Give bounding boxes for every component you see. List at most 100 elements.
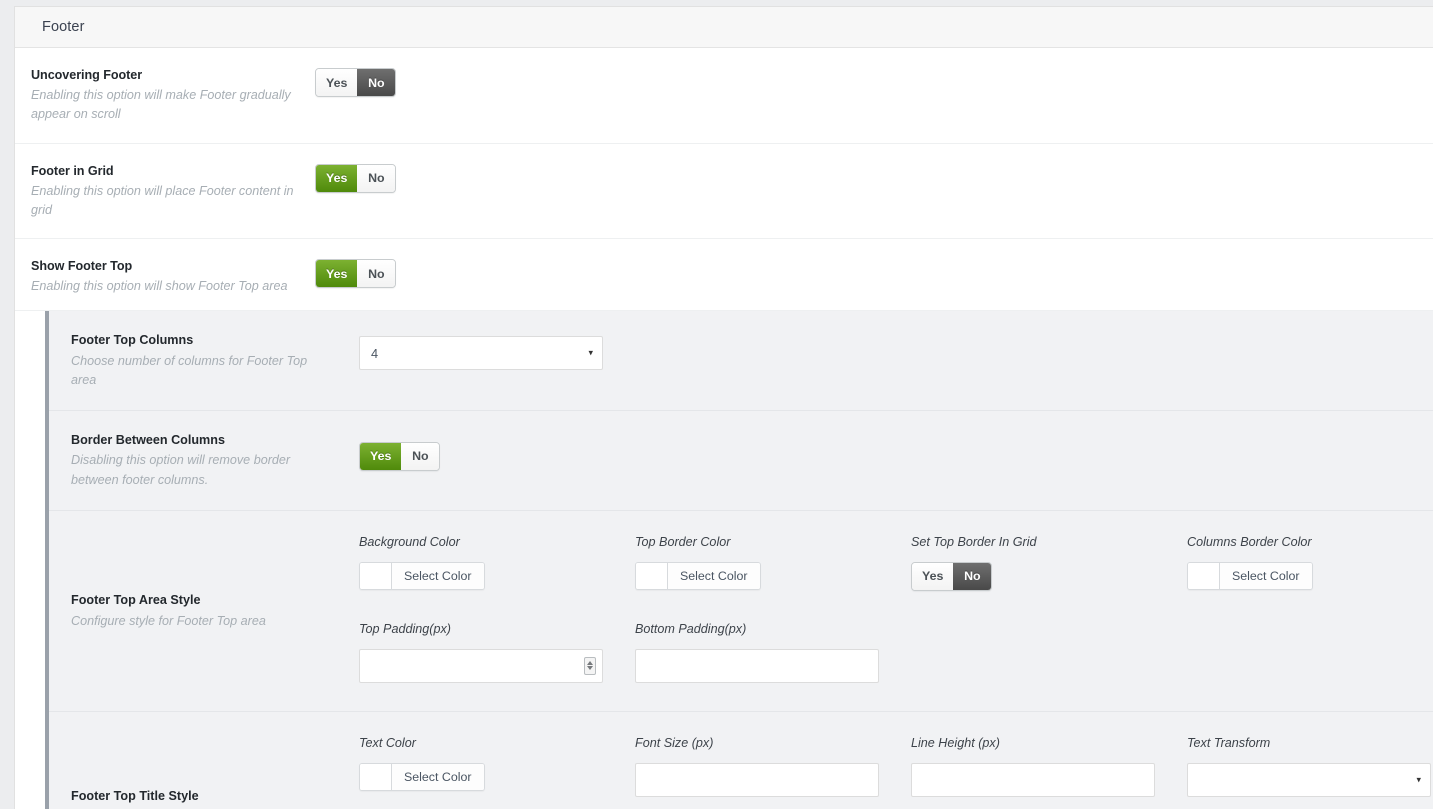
option-description: Enabling this option will make Footer gr… bbox=[31, 88, 291, 122]
toggle-yes-option[interactable]: Yes bbox=[316, 260, 358, 288]
color-swatch[interactable] bbox=[360, 763, 392, 790]
sub-option-description: Configure style for Footer Top area bbox=[71, 613, 266, 628]
sub-label-col: Footer Top Area Style Configure style fo… bbox=[49, 511, 359, 711]
sub-option-label: Border Between Columns bbox=[71, 433, 225, 448]
select-color-button[interactable]: Select Color bbox=[392, 562, 484, 589]
color-picker-background-color[interactable]: Select Color bbox=[359, 561, 485, 590]
field-label: Top Padding(px) bbox=[359, 621, 451, 636]
option-label-col: Uncovering Footer Enabling this option w… bbox=[15, 66, 315, 125]
color-picker-columns-border-color[interactable]: Select Color bbox=[1187, 561, 1313, 590]
select-footer-top-columns[interactable]: 4 ▾ bbox=[359, 336, 603, 371]
option-control-col: Yes No bbox=[315, 66, 397, 97]
toggle-no-option[interactable]: No bbox=[357, 69, 396, 96]
fields-grid: Background Color Select Color Top Border… bbox=[359, 535, 1433, 693]
sub-label-col: Border Between Columns Disabling this op… bbox=[49, 411, 359, 510]
field-font-size: Font Size (px) bbox=[635, 736, 911, 807]
sub-fields-col: Yes No bbox=[359, 411, 1433, 510]
chevron-down-icon: ▾ bbox=[1416, 774, 1421, 785]
option-description: Enabling this option will place Footer c… bbox=[31, 183, 294, 217]
sub-row-footer-top-area-style: Footer Top Area Style Configure style fo… bbox=[49, 511, 1433, 712]
option-row-uncovering-footer: Uncovering Footer Enabling this option w… bbox=[15, 48, 1433, 144]
field-label: Text Color bbox=[359, 735, 416, 750]
input-bottom-padding[interactable] bbox=[635, 648, 879, 683]
sub-fields-col: 4 ▾ bbox=[359, 311, 1433, 410]
sub-fields-col: Text Color Select Color Font Size (px) L… bbox=[359, 712, 1433, 809]
field-text-color: Text Color Select Color bbox=[359, 736, 635, 807]
sub-option-label: Footer Top Area Style bbox=[71, 593, 201, 608]
spinner-down-arrow[interactable] bbox=[587, 666, 593, 671]
select-text-transform[interactable]: ▾ bbox=[1187, 762, 1431, 797]
option-label: Show Footer Top bbox=[31, 259, 133, 274]
color-swatch[interactable] bbox=[636, 562, 668, 589]
sub-row-footer-top-title-style: Footer Top Title Style Configure style f… bbox=[49, 712, 1433, 809]
field-set-top-border-in-grid: Set Top Border In Grid Yes No bbox=[911, 535, 1187, 604]
option-description: Enabling this option will show Footer To… bbox=[31, 279, 288, 294]
toggle-no-option[interactable]: No bbox=[357, 260, 396, 288]
toggle-uncovering-footer[interactable]: Yes No bbox=[315, 68, 397, 97]
toggle-footer-in-grid[interactable]: Yes No bbox=[315, 163, 397, 193]
toggle-yes-option[interactable]: Yes bbox=[912, 562, 954, 590]
spinner-up-arrow[interactable] bbox=[587, 661, 593, 666]
option-label: Footer in Grid bbox=[31, 163, 114, 178]
field-top-padding: Top Padding(px) bbox=[359, 604, 635, 693]
select-value: 4 bbox=[371, 345, 379, 361]
option-row-show-footer-top: Show Footer Top Enabling this option wil… bbox=[15, 239, 1433, 312]
chevron-down-icon: ▾ bbox=[588, 347, 593, 358]
panel-header: Footer bbox=[15, 7, 1433, 48]
sub-option-description: Choose number of columns for Footer Top … bbox=[71, 353, 308, 387]
footer-top-subsection: Footer Top Columns Choose number of colu… bbox=[45, 311, 1433, 809]
option-label-col: Footer in Grid Enabling this option will… bbox=[15, 162, 315, 221]
toggle-border-between-columns[interactable]: Yes No bbox=[359, 441, 441, 471]
field-label: Bottom Padding(px) bbox=[635, 621, 747, 636]
select-color-button[interactable]: Select Color bbox=[392, 763, 484, 790]
option-control-col: Yes No bbox=[315, 257, 397, 289]
field-text-transform: Text Transform ▾ bbox=[1187, 736, 1433, 807]
input-line-height[interactable] bbox=[911, 762, 1155, 797]
color-swatch[interactable] bbox=[1188, 562, 1220, 589]
number-spinner-icon[interactable] bbox=[584, 656, 596, 675]
color-swatch[interactable] bbox=[360, 562, 392, 589]
toggle-yes-option[interactable]: Yes bbox=[316, 69, 358, 96]
input-top-padding[interactable] bbox=[359, 648, 603, 683]
field-spacer-2 bbox=[1187, 604, 1433, 693]
field-label: Line Height (px) bbox=[911, 735, 1000, 750]
option-control-col: Yes No bbox=[315, 162, 397, 193]
sub-option-label: Footer Top Title Style bbox=[71, 789, 199, 804]
option-label: Uncovering Footer bbox=[31, 68, 143, 82]
field-background-color: Background Color Select Color bbox=[359, 535, 635, 604]
toggle-no-option[interactable]: No bbox=[401, 442, 440, 470]
sub-label-col: Footer Top Title Style Configure style f… bbox=[49, 712, 359, 809]
field-label: Top Border Color bbox=[635, 534, 731, 549]
field-spacer-1 bbox=[911, 604, 1187, 693]
field-label: Background Color bbox=[359, 534, 460, 549]
field-bottom-padding: Bottom Padding(px) bbox=[635, 604, 911, 693]
toggle-yes-option[interactable]: Yes bbox=[360, 442, 402, 470]
sub-option-label: Footer Top Columns bbox=[71, 333, 194, 348]
field-label: Set Top Border In Grid bbox=[911, 534, 1037, 549]
field-top-border-color: Top Border Color Select Color bbox=[635, 535, 911, 604]
select-color-button[interactable]: Select Color bbox=[1220, 562, 1312, 589]
option-row-footer-in-grid: Footer in Grid Enabling this option will… bbox=[15, 143, 1433, 240]
footer-settings-panel: Footer Uncovering Footer Enabling this o… bbox=[14, 6, 1433, 809]
sub-option-description: Disabling this option will remove border… bbox=[71, 453, 291, 487]
toggle-no-option[interactable]: No bbox=[357, 164, 396, 192]
field-label: Font Size (px) bbox=[635, 735, 714, 750]
color-picker-text-color[interactable]: Select Color bbox=[359, 762, 485, 791]
option-label-col: Show Footer Top Enabling this option wil… bbox=[15, 257, 315, 296]
sub-fields-col: Background Color Select Color Top Border… bbox=[359, 511, 1433, 711]
toggle-yes-option[interactable]: Yes bbox=[316, 164, 358, 192]
toggle-show-footer-top[interactable]: Yes No bbox=[315, 259, 397, 289]
field-line-height: Line Height (px) bbox=[911, 736, 1187, 807]
input-font-size[interactable] bbox=[635, 762, 879, 797]
sub-row-footer-top-columns: Footer Top Columns Choose number of colu… bbox=[49, 311, 1433, 411]
field-label: Text Transform bbox=[1187, 735, 1271, 750]
sub-label-col: Footer Top Columns Choose number of colu… bbox=[49, 311, 359, 410]
toggle-no-option[interactable]: No bbox=[953, 562, 992, 590]
fields-grid: Text Color Select Color Font Size (px) L… bbox=[359, 736, 1433, 809]
toggle-set-top-border-in-grid[interactable]: Yes No bbox=[911, 561, 993, 591]
color-picker-top-border-color[interactable]: Select Color bbox=[635, 561, 761, 590]
field-label: Columns Border Color bbox=[1187, 534, 1312, 549]
sub-row-border-between-columns: Border Between Columns Disabling this op… bbox=[49, 411, 1433, 511]
page-title: Footer bbox=[42, 19, 85, 35]
select-color-button[interactable]: Select Color bbox=[668, 562, 760, 589]
